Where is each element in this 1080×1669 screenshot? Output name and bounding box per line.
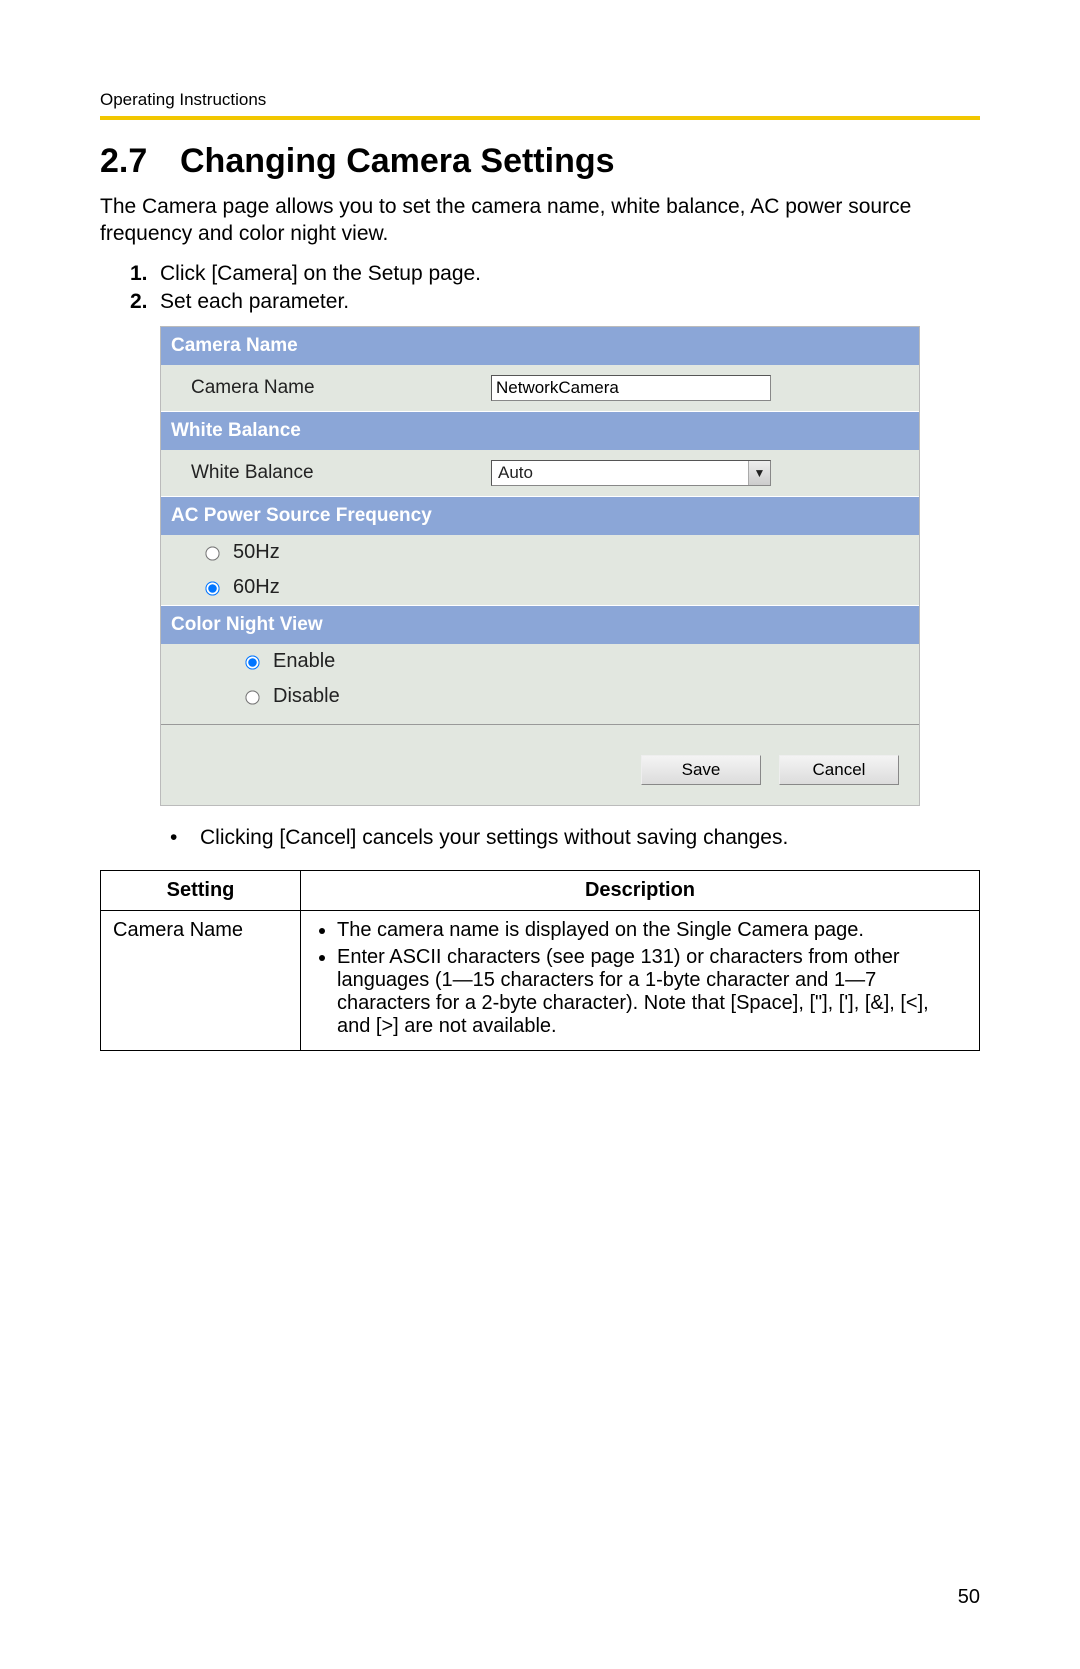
list-item: The camera name is displayed on the Sing…	[337, 919, 967, 942]
step-item: 2. Set each parameter.	[100, 290, 980, 314]
td-description: The camera name is displayed on the Sing…	[301, 910, 980, 1050]
section-bar-ac-power: AC Power Source Frequency	[161, 496, 919, 535]
description-bullets: The camera name is displayed on the Sing…	[313, 919, 967, 1038]
step-item: 1. Click [Camera] on the Setup page.	[100, 262, 980, 286]
camera-name-input[interactable]	[491, 375, 771, 401]
color-night-enable-label: Enable	[273, 650, 335, 673]
steps-list: 1. Click [Camera] on the Setup page. 2. …	[100, 262, 980, 314]
section-bar-color-night: Color Night View	[161, 605, 919, 644]
cancel-note-text: Clicking [Cancel] cancels your settings …	[200, 826, 788, 849]
cancel-note: • Clicking [Cancel] cancels your setting…	[160, 826, 980, 850]
color-night-disable-row: Disable	[161, 679, 919, 714]
running-header: Operating Instructions	[100, 90, 980, 110]
step-number: 1.	[130, 262, 148, 286]
ac-power-50hz-row: 50Hz	[161, 535, 919, 570]
camera-settings-form: Camera Name Camera Name White Balance Wh…	[160, 326, 920, 806]
step-number: 2.	[130, 290, 148, 314]
th-description: Description	[301, 870, 980, 910]
section-intro: The Camera page allows you to set the ca…	[100, 193, 980, 248]
white-balance-value: Auto	[492, 461, 748, 485]
ac-power-60hz-row: 60Hz	[161, 570, 919, 605]
table-header-row: Setting Description	[101, 870, 980, 910]
color-night-enable-radio[interactable]	[245, 655, 259, 669]
th-setting: Setting	[101, 870, 301, 910]
list-item: Enter ASCII characters (see page 131) or…	[337, 946, 967, 1038]
camera-name-row: Camera Name	[161, 365, 919, 411]
description-table: Setting Description Camera Name The came…	[100, 870, 980, 1051]
ac-power-50hz-radio[interactable]	[205, 546, 219, 560]
step-text: Set each parameter.	[160, 290, 349, 313]
bullet-icon: •	[170, 826, 177, 850]
section-title-text: Changing Camera Settings	[180, 142, 615, 180]
section-heading: 2.7Changing Camera Settings	[100, 142, 980, 181]
cancel-button[interactable]: Cancel	[779, 755, 899, 785]
header-rule	[100, 116, 980, 120]
document-page: Operating Instructions 2.7Changing Camer…	[0, 0, 1080, 1669]
color-night-disable-radio[interactable]	[245, 690, 259, 704]
save-button[interactable]: Save	[641, 755, 761, 785]
page-number: 50	[958, 1586, 980, 1609]
ac-power-50hz-label: 50Hz	[233, 541, 280, 564]
section-bar-white-balance: White Balance	[161, 411, 919, 450]
white-balance-select[interactable]: Auto ▼	[491, 460, 771, 486]
camera-name-label: Camera Name	[191, 377, 491, 399]
color-night-disable-label: Disable	[273, 685, 340, 708]
td-setting: Camera Name	[101, 910, 301, 1050]
step-text: Click [Camera] on the Setup page.	[160, 262, 481, 285]
ac-power-60hz-label: 60Hz	[233, 576, 280, 599]
section-number: 2.7	[100, 142, 180, 181]
chevron-down-icon: ▼	[748, 461, 770, 485]
section-bar-camera-name: Camera Name	[161, 327, 919, 365]
white-balance-label: White Balance	[191, 462, 491, 484]
button-bar: Save Cancel	[161, 724, 919, 805]
white-balance-row: White Balance Auto ▼	[161, 450, 919, 496]
table-row: Camera Name The camera name is displayed…	[101, 910, 980, 1050]
color-night-enable-row: Enable	[161, 644, 919, 679]
ac-power-60hz-radio[interactable]	[205, 581, 219, 595]
